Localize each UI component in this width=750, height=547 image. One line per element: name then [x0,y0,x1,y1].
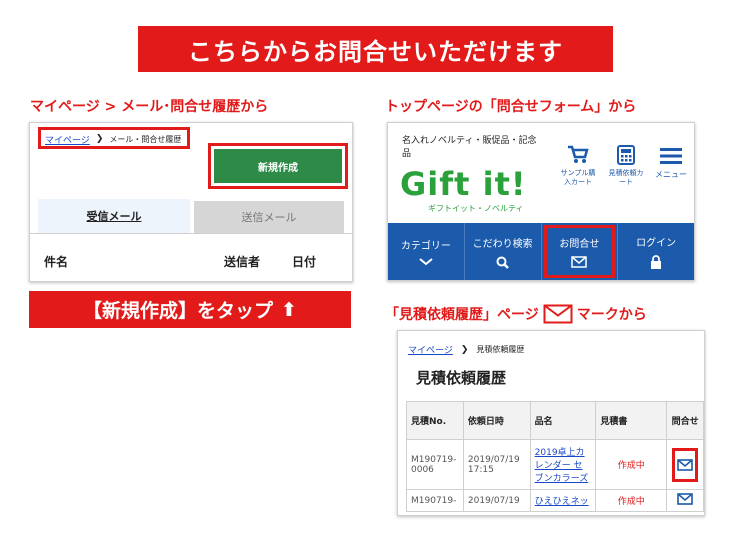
row-inquiry-button[interactable] [672,447,699,482]
row-item-link[interactable]: 2019卓上カレンダー セブンカラーズ [535,448,589,484]
estimate-breadcrumb-current: 見積依頼履歴 [476,345,525,354]
estimate-breadcrumb-separator: ❯ [460,344,469,355]
sample-cart-label: サンプル購入カート [560,169,596,186]
column-estimate-no: 見積No. [406,401,464,440]
arrow-up-icon: ⬆ [281,298,297,321]
top-banner: こちらからお問合せいただけます [138,26,613,72]
site-tagline: 名入れノベルティ・販促品・記念品 [402,136,537,159]
mail-icon [677,493,693,505]
nav-login[interactable]: ログイン [618,223,694,280]
column-subject: 件名 [44,255,69,269]
mypage-mail-panel: マイページ ❯ メール・問合せ履歴 新規作成 受信メール 送信メール 件名 送信… [29,122,353,282]
main-nav-bar: カテゴリー こだわり検索 お問合せ ログイン [388,223,694,280]
breadcrumb-separator: ❯ [95,134,104,144]
search-icon [496,256,510,269]
page-title: 見積依頼履歴 [416,369,507,387]
tab-divider [30,233,352,234]
nav-login-label: ログイン [636,238,677,249]
cart-icon [568,145,589,163]
column-item-name: 品名 [529,401,597,440]
nav-category[interactable]: カテゴリー [388,223,465,280]
nav-category-label: カテゴリー [400,241,451,252]
row-item-link[interactable]: ひえひえネッ [535,497,589,507]
estimate-cart-link[interactable]: 見積依頼カート [606,145,646,187]
nav-contact[interactable]: お問合せ [542,223,619,280]
column-date: 日付 [292,255,317,269]
breadcrumb-mypage-link[interactable]: マイページ [45,133,90,146]
breadcrumb: マイページ ❯ メール・問合せ履歴 [41,130,187,148]
right-bottom-heading-pre: 「見積依頼履歴」ページ [385,307,539,323]
estimate-breadcrumb-mypage-link[interactable]: マイページ [408,343,453,356]
right-bottom-heading: 「見積依頼履歴」ページ マークから [385,304,647,324]
table-row: M190719- 2019/07/19 ひえひえネッ 作成中 [406,489,704,512]
table-header-row: 見積No. 依頼日時 品名 見積書 問合せ [406,401,704,440]
gift-it-logo[interactable]: Gift it! [400,165,526,203]
menu-icon [660,148,682,164]
estimate-table: 見積No. 依頼日時 品名 見積書 問合せ M190719-0006 2019/… [406,401,704,512]
logo-subtitle: ギフトイット・ノベルティ [428,204,524,213]
chevron-down-icon [419,258,433,266]
cta-text: 【新規作成】をタップ [83,300,274,322]
column-request-date: 依頼日時 [462,401,531,440]
table-row: M190719-0006 2019/07/19 17:15 2019卓上カレンダ… [406,439,704,490]
row-inquiry-cell [666,439,704,490]
breadcrumb-current: メール・問合せ履歴 [109,134,182,144]
menu-label: メニュー [655,170,687,179]
nav-search[interactable]: こだわり検索 [465,223,542,280]
breadcrumb-highlight: マイページ ❯ メール・問合せ履歴 [38,127,190,149]
estimate-breadcrumb: マイページ ❯ 見積依頼履歴 [408,343,525,357]
estimate-history-panel: マイページ ❯ 見積依頼履歴 見積依頼履歴 見積No. 依頼日時 品名 見積書 … [397,330,705,516]
row-status: 作成中 [595,439,668,490]
left-heading: マイページ > メール･問合せ履歴から [30,99,269,115]
column-inquiry: 問合せ [666,401,704,440]
row-estimate-no: M190719-0006 [406,439,464,490]
lock-icon [651,255,662,269]
calculator-icon [617,145,635,165]
top-page-panel: 名入れノベルティ・販促品・記念品 Gift it! ギフトイット・ノベルティ サ… [387,122,695,281]
right-top-heading: トップページの「問合せフォーム」から [385,99,637,115]
row-estimate-no: M190719- [406,489,464,512]
row-request-date: 2019/07/19 17:15 [462,439,531,490]
banner-title: こちらからお問合せいただけます [188,37,563,66]
row-status: 作成中 [595,489,668,512]
estimate-cart-label: 見積依頼カート [608,169,644,186]
sample-cart-link[interactable]: サンプル購入カート [558,145,598,187]
tab-sent-mail[interactable]: 送信メール [194,201,344,233]
tab-received-mail[interactable]: 受信メール [38,199,190,233]
menu-button[interactable]: メニュー [652,147,690,180]
column-estimate-doc: 見積書 [595,401,668,440]
column-sender: 送信者 [224,255,261,269]
new-message-button[interactable]: 新規作成 [214,149,342,183]
row-inquiry-cell[interactable] [666,489,704,512]
mail-icon [677,458,693,471]
tap-new-instruction: 【新規作成】をタップ ⬆ [29,291,351,328]
right-bottom-heading-post: マークから [576,307,647,323]
nav-search-label: こだわり検索 [472,238,533,250]
row-request-date: 2019/07/19 [462,489,531,512]
contact-highlight [543,225,616,278]
mail-icon [543,304,573,324]
